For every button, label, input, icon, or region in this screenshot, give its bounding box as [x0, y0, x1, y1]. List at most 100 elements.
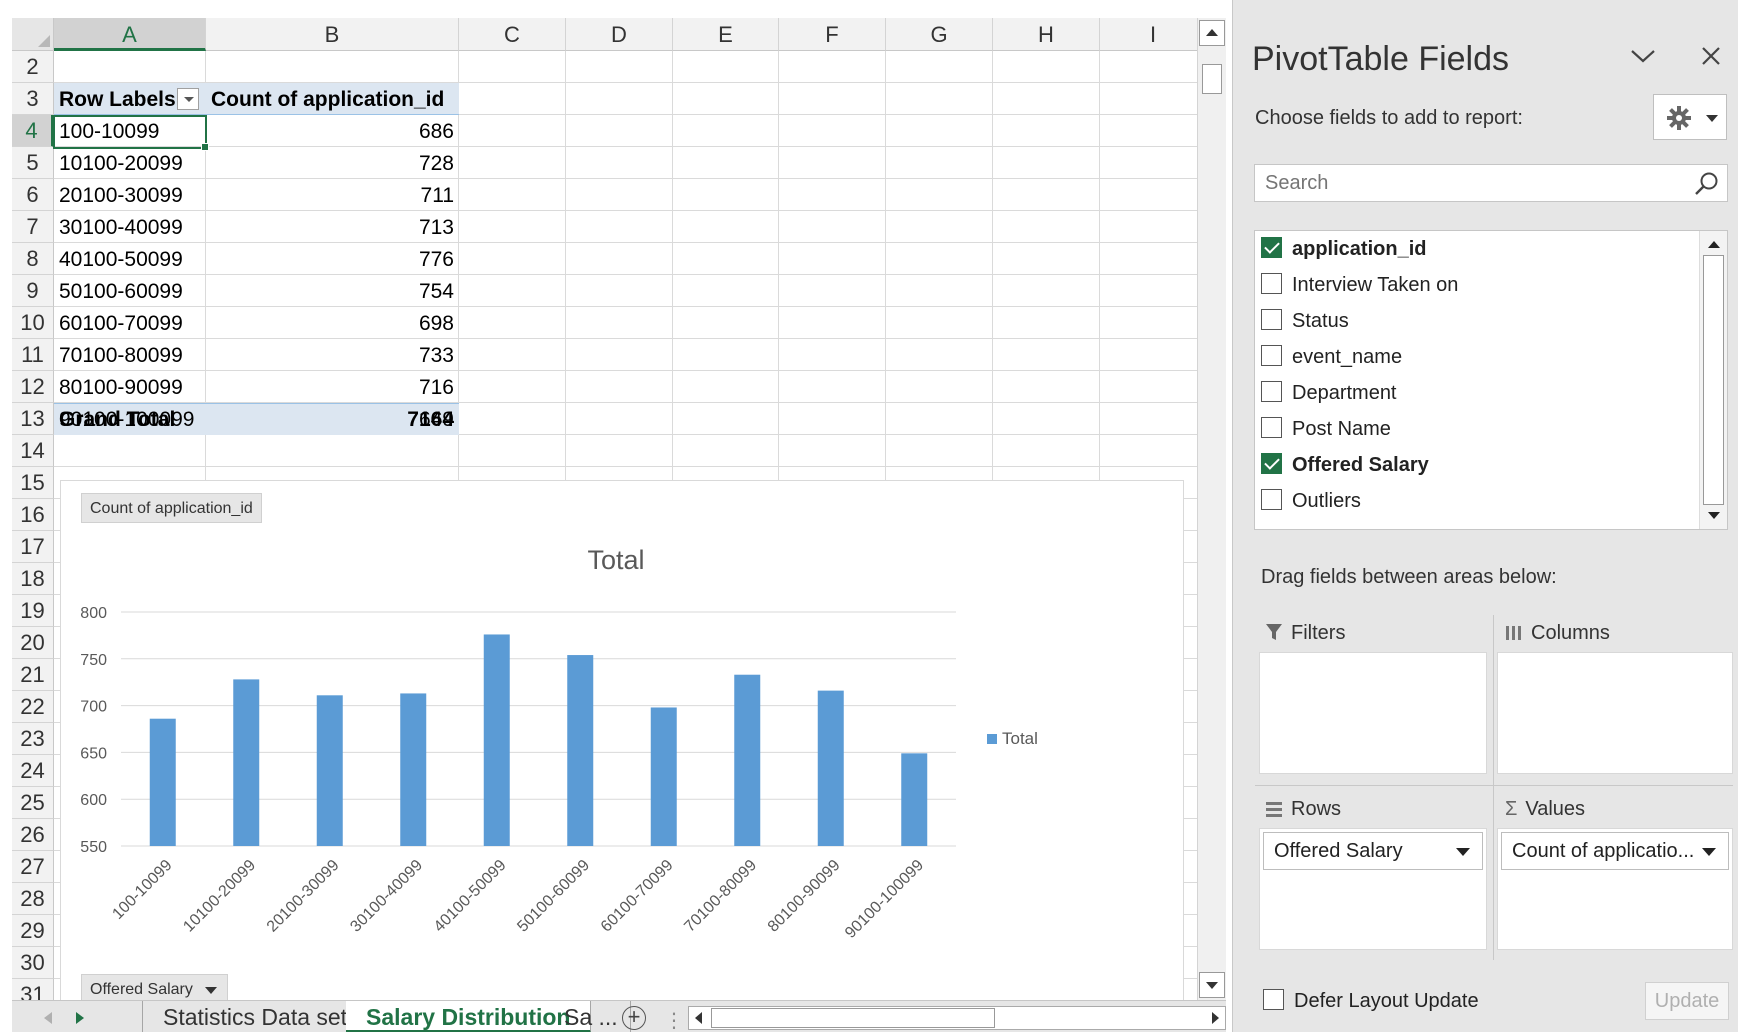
column-header-e[interactable]: E — [673, 18, 779, 51]
field-settings-button[interactable] — [1653, 94, 1727, 140]
field-checkbox[interactable] — [1261, 345, 1282, 367]
select-all-corner[interactable] — [12, 18, 54, 51]
close-icon[interactable] — [1700, 45, 1722, 67]
add-sheet-icon[interactable]: + — [622, 1006, 646, 1030]
pivot-row-label[interactable]: 40100-50099 — [54, 244, 206, 275]
vertical-scrollbar[interactable] — [1197, 18, 1226, 1000]
values-field-count-of-application-id[interactable]: Count of applicatio... — [1501, 832, 1729, 870]
row-header[interactable]: 22 — [12, 691, 54, 723]
list-scroll-thumb[interactable] — [1703, 255, 1724, 505]
scroll-up-button[interactable] — [1199, 20, 1225, 46]
pivot-row-label[interactable]: 60100-70099 — [54, 308, 206, 339]
row-header[interactable]: 25 — [12, 787, 54, 819]
row-header[interactable]: 9 — [12, 275, 54, 307]
row-header[interactable]: 28 — [12, 883, 54, 915]
pivot-row-value[interactable]: 711 — [206, 180, 459, 211]
pivot-row-label[interactable]: 10100-20099 — [54, 148, 206, 179]
field-item[interactable]: Interview Taken on — [1261, 270, 1458, 300]
defer-layout-checkbox[interactable] — [1263, 989, 1284, 1011]
filters-drop-area[interactable] — [1259, 652, 1487, 774]
tab-splitter-icon[interactable]: ⋮ — [664, 1008, 684, 1032]
column-header-d[interactable]: D — [566, 18, 673, 51]
pivot-grand-total-value[interactable]: 7164 — [206, 404, 459, 435]
row-header[interactable]: 23 — [12, 723, 54, 755]
columns-drop-area[interactable] — [1497, 652, 1733, 774]
row-header[interactable]: 11 — [12, 339, 54, 371]
field-item[interactable]: event_name — [1261, 342, 1402, 372]
row-header[interactable]: 24 — [12, 755, 54, 787]
pivot-chart[interactable]: Count of application_id Total 550 600 650 70… — [60, 480, 1184, 1000]
update-button[interactable]: Update — [1645, 982, 1729, 1020]
pane-options-chevron-icon[interactable] — [1630, 48, 1656, 64]
pivot-row-label[interactable]: 20100-30099 — [54, 180, 206, 211]
pivot-row-value[interactable]: 716 — [206, 372, 459, 403]
row-header[interactable]: 8 — [12, 243, 54, 275]
vertical-scroll-thumb[interactable] — [1202, 64, 1222, 94]
row-header[interactable]: 4 — [12, 115, 54, 147]
row-header[interactable]: 5 — [12, 147, 54, 179]
tab-scroll-right-icon[interactable] — [74, 1011, 86, 1025]
row-header[interactable]: 3 — [12, 83, 54, 115]
chart-axis-field-button[interactable]: Offered Salary — [81, 974, 228, 1000]
pivot-row-value[interactable]: 754 — [206, 276, 459, 307]
pivot-row-label[interactable]: 70100-80099 — [54, 340, 206, 371]
row-header[interactable]: 29 — [12, 915, 54, 947]
horizontal-scrollbar[interactable] — [688, 1006, 1226, 1030]
column-header-g[interactable]: G — [886, 18, 993, 51]
field-item[interactable]: Post Name — [1261, 414, 1391, 444]
row-header[interactable]: 30 — [12, 947, 54, 979]
pivot-count-header[interactable]: Count of application_id — [206, 84, 459, 115]
field-checkbox[interactable] — [1261, 381, 1282, 403]
field-checkbox[interactable] — [1261, 453, 1282, 475]
scroll-right-icon[interactable] — [1209, 1011, 1221, 1025]
scroll-down-button[interactable] — [1199, 972, 1225, 998]
active-cell-a4[interactable] — [53, 115, 209, 151]
rows-field-offered-salary[interactable]: Offered Salary — [1263, 832, 1483, 870]
row-header[interactable]: 7 — [12, 211, 54, 243]
field-checkbox[interactable] — [1261, 309, 1282, 331]
row-header[interactable]: 17 — [12, 531, 54, 563]
pivot-row-value[interactable]: 728 — [206, 148, 459, 179]
field-item[interactable]: Department — [1261, 378, 1397, 408]
row-header[interactable]: 6 — [12, 179, 54, 211]
column-header-h[interactable]: H — [993, 18, 1100, 51]
worksheet[interactable]: A B C D E F G H I 2 3 4 5 6 7 8 9 10 11 12 13 14 15 16… — [12, 18, 1197, 1000]
search-input[interactable] — [1254, 164, 1728, 202]
sheet-tab-more[interactable]: Sa ... — [552, 1001, 631, 1032]
sheet-tab-statistics-data-set[interactable]: Statistics Data set — [142, 1001, 369, 1032]
row-header[interactable]: 19 — [12, 595, 54, 627]
tab-scroll-left-icon[interactable] — [42, 1011, 54, 1025]
horizontal-scroll-thumb[interactable] — [711, 1008, 995, 1028]
row-header[interactable]: 15 — [12, 467, 54, 499]
column-header-b[interactable]: B — [206, 18, 459, 51]
column-header-c[interactable]: C — [459, 18, 566, 51]
row-header[interactable]: 18 — [12, 563, 54, 595]
column-header-i[interactable]: I — [1100, 18, 1197, 51]
pivot-row-value[interactable]: 713 — [206, 212, 459, 243]
pivot-grand-total-label[interactable]: Grand Total — [54, 404, 206, 435]
row-header[interactable]: 31 — [12, 979, 54, 1000]
field-checkbox[interactable] — [1261, 273, 1282, 295]
field-item[interactable]: Offered Salary — [1261, 450, 1429, 480]
pivot-row-label[interactable]: 80100-90099 — [54, 372, 206, 403]
field-item[interactable]: application_id — [1261, 234, 1426, 264]
row-header[interactable]: 14 — [12, 435, 54, 467]
field-list-scrollbar[interactable] — [1699, 231, 1727, 529]
column-header-a[interactable]: A — [54, 18, 206, 51]
list-scroll-down-icon[interactable] — [1707, 511, 1721, 521]
row-header[interactable]: 10 — [12, 307, 54, 339]
row-header[interactable]: 2 — [12, 51, 54, 83]
list-scroll-up-icon[interactable] — [1707, 239, 1721, 249]
field-checkbox[interactable] — [1261, 417, 1282, 439]
scroll-left-icon[interactable] — [693, 1011, 705, 1025]
search-icon[interactable] — [1694, 171, 1720, 197]
pivot-row-value[interactable]: 686 — [206, 116, 459, 147]
pivot-row-label[interactable]: 30100-40099 — [54, 212, 206, 243]
pivot-row-label[interactable]: 50100-60099 — [54, 276, 206, 307]
row-header[interactable]: 27 — [12, 851, 54, 883]
row-labels-filter-button[interactable] — [177, 88, 199, 110]
field-item[interactable]: Status — [1261, 306, 1349, 336]
row-header[interactable]: 21 — [12, 659, 54, 691]
defer-layout-update[interactable]: Defer Layout Update — [1263, 989, 1479, 1013]
column-header-f[interactable]: F — [779, 18, 886, 51]
